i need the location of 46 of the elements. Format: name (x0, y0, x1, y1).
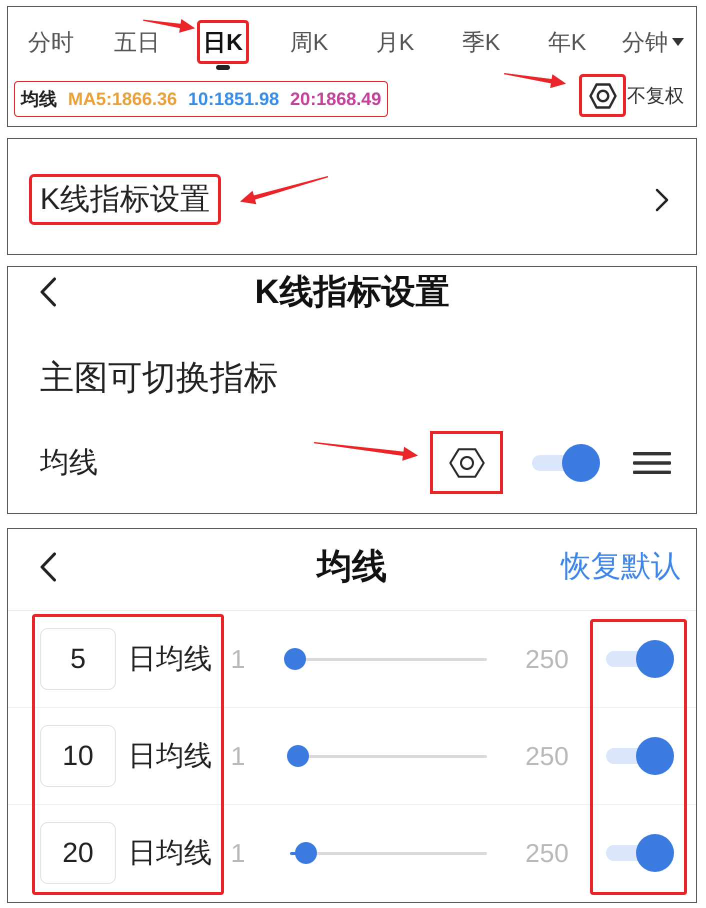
period-input[interactable]: 10 (40, 725, 116, 787)
selected-indicator (216, 65, 230, 70)
toggle-switch[interactable] (606, 737, 674, 775)
period-tab[interactable]: 年K (548, 26, 586, 58)
indicator-name: 均线 (40, 446, 98, 480)
slider-min-label: 1 (230, 740, 246, 772)
screen-title: 均线 (317, 546, 387, 588)
slider-max-label: 250 (524, 644, 570, 674)
ma-legend-title: 均线 (21, 88, 57, 111)
period-unit-label: 日均线 (128, 642, 213, 676)
ma-value: 20:1868.49 (290, 88, 382, 110)
slider-thumb[interactable] (286, 745, 309, 767)
toggle-switch[interactable] (532, 444, 600, 482)
ma-value: 10:1851.98 (188, 88, 280, 110)
back-icon[interactable] (39, 277, 57, 307)
caret-icon (672, 38, 684, 46)
menu-icon[interactable] (633, 452, 671, 474)
settings-icon[interactable] (588, 82, 616, 108)
slider-min-label: 1 (230, 644, 246, 674)
toggle-switch[interactable] (606, 640, 674, 678)
period-tab[interactable]: 月K (376, 26, 414, 58)
slider-min-label: 1 (230, 838, 246, 868)
period-tab[interactable]: 周K (290, 26, 328, 58)
adjust-mode-label[interactable]: 不复权 (627, 82, 684, 108)
period-input[interactable]: 20 (40, 822, 116, 884)
settings-entry-label[interactable]: K线指标设置 (40, 179, 210, 220)
settings-icon[interactable] (448, 448, 484, 478)
period-tab[interactable]: 季K (462, 26, 500, 58)
slider-thumb[interactable] (284, 648, 306, 670)
slider-thumb[interactable] (294, 842, 317, 864)
ma-value: MA5:1866.36 (68, 88, 178, 110)
period-tab[interactable]: 五日 (114, 26, 160, 58)
period-unit-label: 日均线 (128, 739, 213, 773)
screen-title: K线指标设置 (254, 272, 450, 313)
period-input[interactable]: 5 (40, 628, 116, 690)
back-icon[interactable] (39, 552, 57, 582)
reset-link[interactable]: 恢复默认 (561, 546, 681, 587)
period-tab[interactable]: 分时 (28, 26, 74, 58)
toggle-switch[interactable] (606, 834, 674, 872)
period-dropdown[interactable]: 分钟 (622, 26, 684, 58)
period-unit-label: 日均线 (128, 836, 213, 870)
chevron-right-icon[interactable] (655, 188, 669, 212)
slider-max-label: 250 (524, 838, 570, 868)
period-tab[interactable]: 日K (203, 26, 243, 58)
slider-max-label: 250 (524, 740, 570, 772)
section-title: 主图可切换指标 (39, 358, 279, 398)
